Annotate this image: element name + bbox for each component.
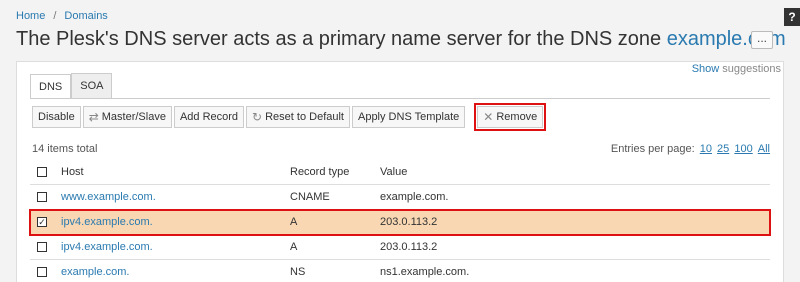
record-value: 203.0.113.2 [380,216,438,228]
per-page-25[interactable]: 25 [717,143,729,155]
reset-default-label: Reset to Default [265,111,344,123]
page-title: The Plesk's DNS server acts as a primary… [16,28,786,51]
table-header: Host Record type Value [30,160,770,185]
host-link[interactable]: ipv4.example.com. [61,216,153,228]
toolbar: Disable ⇄ Master/Slave Add Record ↻ Reset … [32,103,547,131]
record-type: A [290,241,298,253]
select-all-checkbox[interactable] [37,167,47,177]
row-checkbox[interactable] [37,267,47,277]
tab-soa[interactable]: SOA [71,73,113,98]
master-slave-label: Master/Slave [101,111,166,123]
suggestions-label: suggestions [719,63,781,75]
column-record-type[interactable]: Record type [290,166,380,178]
breadcrumb: Home / Domains [16,10,108,22]
record-type: CNAME [290,191,330,203]
record-value: example.com. [380,191,449,203]
more-button[interactable]: ... [751,31,773,49]
row-checkbox[interactable] [37,242,47,252]
record-value: 203.0.113.2 [380,241,438,253]
record-type: A [290,216,298,228]
reset-default-button[interactable]: ↻ Reset to Default [246,106,350,128]
remove-button[interactable]: ✕ Remove [474,103,547,131]
reset-icon: ↻ [252,110,263,124]
column-host[interactable]: Host [61,166,290,178]
apply-template-label: Apply DNS Template [357,111,460,123]
breadcrumb-separator: / [53,10,57,22]
column-value[interactable]: Value [380,166,770,178]
per-page-label: Entries per page: [610,143,695,155]
breadcrumb-home[interactable]: Home [16,10,45,22]
row-checkbox[interactable]: ✓ [37,217,47,227]
host-link[interactable]: www.example.com. [61,191,156,203]
tab-dns[interactable]: DNS [30,74,72,99]
table-row: www.example.com. CNAME example.com. [30,185,770,210]
master-slave-button[interactable]: ⇄ Master/Slave [82,106,172,128]
show-label[interactable]: Show [692,63,720,75]
apply-template-button[interactable]: Apply DNS Template [351,106,466,128]
disable-button[interactable]: Disable [32,106,81,128]
remove-label: Remove [496,111,538,123]
add-record-button[interactable]: Add Record [173,106,245,128]
table-row: ipv4.example.com. A 203.0.113.2 [30,235,770,260]
per-page-10[interactable]: 10 [700,143,712,155]
dns-records-table: Host Record type Value www.example.com. … [29,160,771,282]
tab-bar: DNS SOA [30,73,113,99]
table-row: example.com. NS ns1.example.com. [30,260,770,282]
record-type: NS [290,266,306,278]
host-link[interactable]: example.com. [61,266,129,278]
items-total: 14 items total [32,143,98,155]
help-button[interactable]: ? [784,8,800,26]
suggestions-link[interactable]: Show suggestions [692,63,781,75]
tabs-divider [30,98,770,99]
per-page-all[interactable]: All [758,143,770,155]
remove-icon: ✕ [483,110,494,124]
breadcrumb-domains[interactable]: Domains [64,10,107,22]
swap-icon: ⇄ [88,110,99,124]
per-page-100[interactable]: 100 [734,143,752,155]
record-value: ns1.example.com. [380,266,470,278]
row-checkbox[interactable] [37,192,47,202]
host-link[interactable]: ipv4.example.com. [61,241,153,253]
add-record-label: Add Record [179,111,239,123]
table-row: ✓ ipv4.example.com. A 203.0.113.2 [29,209,771,236]
page-title-text: The Plesk's DNS server acts as a primary… [16,28,667,50]
entries-per-page: Entries per page: 10 25 100 All [611,143,770,155]
disable-label: Disable [38,111,75,123]
